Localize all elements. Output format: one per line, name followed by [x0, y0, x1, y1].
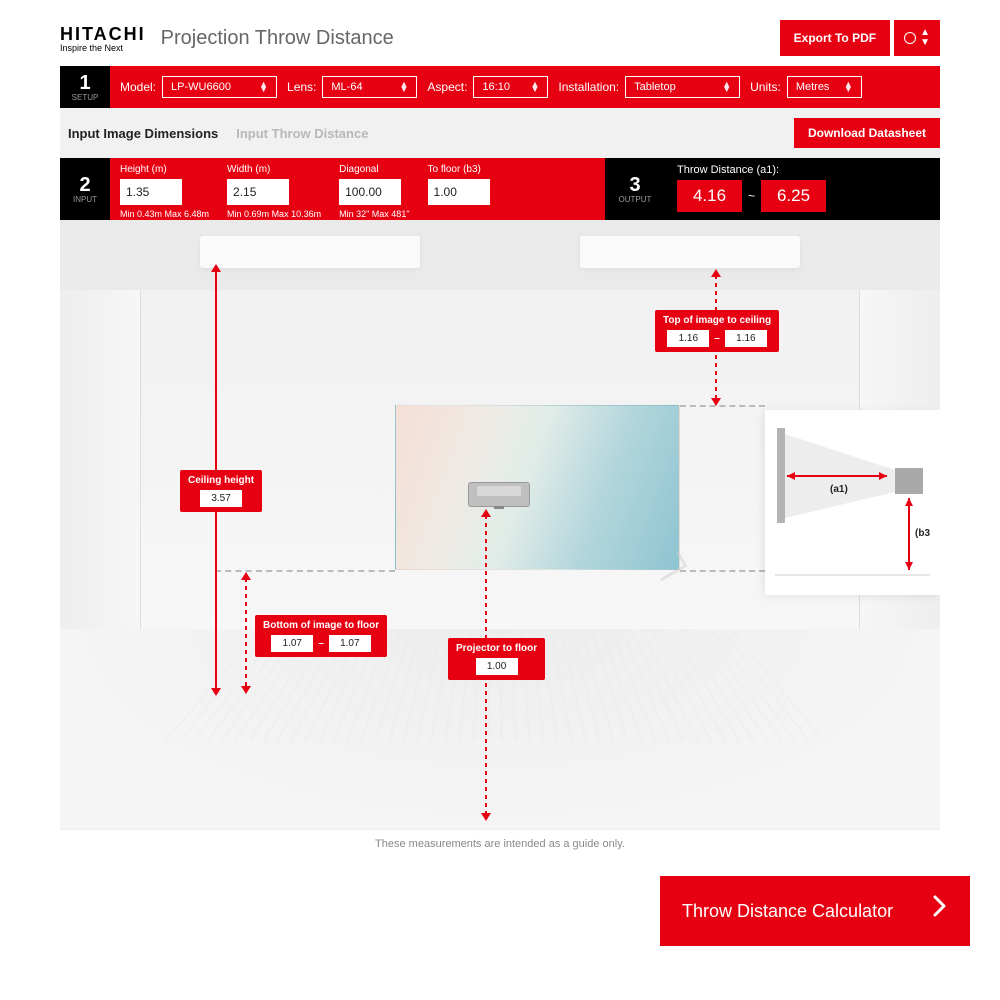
top-to-ceiling-box: Top of image to ceiling –	[655, 310, 779, 352]
bottom-to-floor-arrow	[245, 578, 247, 688]
units-value: Metres	[796, 81, 830, 93]
caret-icon: ▲▼	[722, 82, 731, 93]
guide-line	[680, 570, 765, 572]
aspect-value: 16:10	[482, 81, 510, 93]
step-2-box: 2 INPUT	[60, 158, 110, 220]
width-label: Width (m)	[227, 164, 321, 175]
bottom-to-floor-label: Bottom of image to floor	[263, 620, 379, 631]
diagonal-input[interactable]	[339, 179, 401, 205]
cta-label: Throw Distance Calculator	[682, 895, 893, 927]
throw-distance-max: 6.25	[761, 180, 826, 212]
bottom-to-floor-box: Bottom of image to floor –	[255, 615, 387, 657]
range-separator: –	[318, 638, 324, 649]
brand-name: HITACHI	[60, 24, 146, 45]
caret-icon: ▲▼	[920, 28, 930, 48]
projector-icon[interactable]	[468, 482, 530, 507]
height-hint: Min 0.43m Max 6.48m	[120, 209, 209, 219]
globe-icon	[904, 32, 916, 44]
model-select[interactable]: LP-WU6600 ▲▼	[162, 76, 277, 98]
tab-bar: Input Image Dimensions Input Throw Dista…	[60, 108, 940, 158]
units-label: Units:	[750, 80, 781, 94]
guide-line	[680, 405, 765, 407]
step-1-number: 1	[79, 73, 90, 93]
install-label: Installation:	[558, 80, 619, 94]
b3-label: (b3)	[915, 528, 930, 539]
top-to-ceiling-max-input[interactable]	[725, 330, 767, 347]
top-to-ceiling-min-input[interactable]	[667, 330, 709, 347]
diagonal-label: Diagonal	[339, 164, 409, 175]
caret-icon: ▲▼	[259, 82, 268, 93]
install-select[interactable]: Tabletop ▲▼	[625, 76, 740, 98]
room-visualization: Ceiling height Top of image to ceiling –…	[60, 220, 940, 858]
ceiling-height-input[interactable]	[200, 490, 242, 507]
step-1-label: SETUP	[72, 93, 99, 102]
a1-label: (a1)	[830, 484, 848, 495]
lens-label: Lens:	[287, 80, 316, 94]
aspect-select[interactable]: 16:10 ▲▼	[473, 76, 548, 98]
caret-icon: ▲▼	[844, 82, 853, 93]
width-hint: Min 0.69m Max 10.36m	[227, 209, 321, 219]
height-label: Height (m)	[120, 164, 209, 175]
setup-bar: 1 SETUP Model: LP-WU6600 ▲▼ Lens: ML-64 …	[60, 66, 940, 108]
width-input[interactable]	[227, 179, 289, 205]
diagonal-hint: Min 32" Max 481"	[339, 209, 409, 219]
tofloor-label: To floor (b3)	[428, 164, 490, 175]
tab-image-dimensions[interactable]: Input Image Dimensions	[68, 126, 218, 141]
io-bar: 2 INPUT Height (m) Min 0.43m Max 6.48m W…	[60, 158, 940, 220]
step-2-number: 2	[79, 175, 90, 195]
lens-select[interactable]: ML-64 ▲▼	[322, 76, 417, 98]
disclaimer-text: These measurements are intended as a gui…	[60, 830, 940, 858]
range-separator: ~	[748, 189, 755, 203]
throw-distance-label: Throw Distance (a1):	[677, 164, 928, 176]
export-pdf-button[interactable]: Export To PDF	[780, 20, 890, 56]
side-view-diagram: (a1) (b3)	[765, 410, 940, 595]
caret-icon: ▲▼	[399, 82, 408, 93]
room-ceiling	[60, 220, 940, 290]
chevron-right-icon	[932, 894, 948, 928]
top-to-ceiling-label: Top of image to ceiling	[663, 315, 771, 326]
projector-to-floor-input[interactable]	[476, 658, 518, 675]
step-3-box: 3 OUTPUT	[605, 158, 665, 220]
aspect-label: Aspect:	[427, 80, 467, 94]
step-2-label: INPUT	[73, 195, 97, 204]
header: HITACHI Inspire the Next Projection Thro…	[60, 20, 940, 56]
bottom-to-floor-max-input[interactable]	[329, 635, 371, 652]
projector-to-floor-box: Projector to floor	[448, 638, 545, 680]
step-3-label: OUTPUT	[619, 195, 652, 204]
caret-icon: ▲▼	[531, 82, 540, 93]
ceiling-height-box: Ceiling height	[180, 470, 262, 512]
throw-distance-calculator-cta[interactable]: Throw Distance Calculator	[660, 876, 970, 946]
bottom-to-floor-min-input[interactable]	[271, 635, 313, 652]
model-value: LP-WU6600	[171, 81, 231, 93]
step-1-box: 1 SETUP	[60, 66, 110, 108]
step-3-number: 3	[629, 175, 640, 195]
tofloor-input[interactable]	[428, 179, 490, 205]
height-input[interactable]	[120, 179, 182, 205]
download-datasheet-button[interactable]: Download Datasheet	[794, 118, 940, 148]
lens-value: ML-64	[331, 81, 362, 93]
units-select[interactable]: Metres ▲▼	[787, 76, 862, 98]
page-title: Projection Throw Distance	[161, 27, 394, 50]
range-separator: –	[714, 333, 720, 344]
brand-logo: HITACHI Inspire the Next	[60, 24, 146, 53]
projection-screen	[395, 405, 680, 570]
projector-to-floor-label: Projector to floor	[456, 643, 537, 654]
model-label: Model:	[120, 80, 156, 94]
ceiling-height-label: Ceiling height	[188, 475, 254, 486]
install-value: Tabletop	[634, 81, 676, 93]
language-toggle-button[interactable]: ▲▼	[894, 20, 940, 56]
throw-distance-min: 4.16	[677, 180, 742, 212]
tab-throw-distance[interactable]: Input Throw Distance	[236, 126, 368, 141]
